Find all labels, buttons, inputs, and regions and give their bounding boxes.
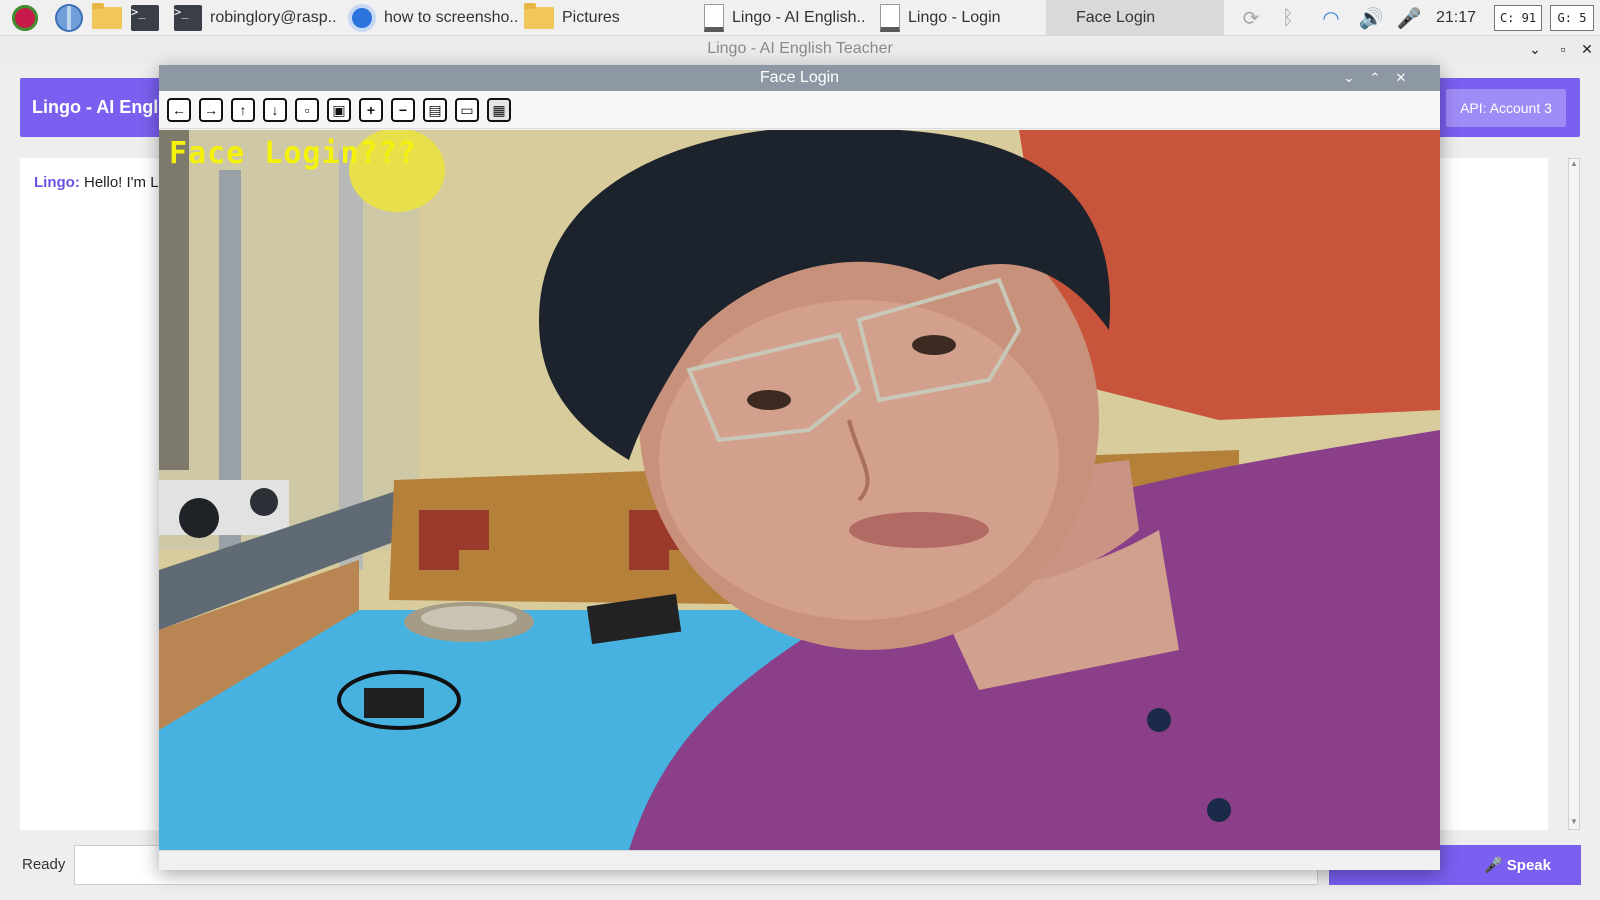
face-login-overlay-text: Face Login???	[169, 136, 417, 171]
gpu-meter: G: 5	[1550, 5, 1594, 31]
taskbar-item-terminal[interactable]: >_ robinglory@rasp..	[174, 0, 338, 36]
taskbar-item-lingo-teacher[interactable]: Lingo - AI English..	[704, 0, 874, 36]
save-image-button[interactable]: ▤	[423, 98, 447, 122]
terminal-launcher-button[interactable]: >_	[128, 0, 162, 36]
taskbar-item-label: robinglory@rasp..	[210, 9, 337, 26]
file-manager-launcher-button[interactable]	[90, 0, 124, 36]
taskbar-item-chromium[interactable]: how to screensho..	[348, 0, 518, 36]
pan-right-button[interactable]: →	[199, 98, 223, 122]
raspberry-menu-button[interactable]	[8, 0, 42, 36]
zoom-original-button[interactable]: ▣	[327, 98, 351, 122]
minimize-icon[interactable]: ⌄	[1337, 65, 1361, 91]
zoom-out-button[interactable]: −	[391, 98, 415, 122]
taskbar-item-label: Lingo - AI English..	[732, 9, 866, 26]
taskbar-item-label: Face Login	[1076, 9, 1156, 26]
pan-left-button[interactable]: ←	[167, 98, 191, 122]
app-header-title: Lingo - AI Engli	[32, 97, 164, 117]
maximize-icon[interactable]: ⌃	[1363, 65, 1387, 91]
taskbar-item-lingo-login[interactable]: Lingo - Login	[880, 0, 1030, 36]
camera-frame-image	[159, 130, 1440, 850]
chat-message-text: Hello! I'm L	[84, 174, 159, 191]
status-label: Ready	[22, 856, 66, 873]
wifi-icon[interactable]: ◠	[1316, 0, 1346, 36]
window-icon	[880, 4, 900, 32]
face-window-statusbar	[159, 850, 1440, 870]
pan-down-button[interactable]: ↓	[263, 98, 287, 122]
properties-button[interactable]: ▦	[487, 98, 511, 122]
close-icon[interactable]: ✕	[1389, 65, 1413, 91]
taskbar-item-label: how to screensho..	[384, 9, 518, 26]
chromium-icon	[348, 4, 376, 32]
browser-launcher-button[interactable]	[52, 0, 86, 36]
chat-message: Lingo: Hello! I'm L	[34, 174, 159, 191]
copy-image-button[interactable]: ▭	[455, 98, 479, 122]
pan-up-button[interactable]: ↑	[231, 98, 255, 122]
folder-icon	[524, 3, 554, 29]
taskbar-item-label: Pictures	[562, 9, 620, 26]
scroll-down-icon[interactable]: ▼	[1569, 817, 1579, 829]
face-login-title: Face Login	[159, 65, 1440, 91]
terminal-icon: >_	[131, 5, 159, 31]
close-icon[interactable]: ✕	[1576, 36, 1598, 62]
bluetooth-icon[interactable]: ᛒ	[1276, 0, 1300, 36]
sync-icon[interactable]: ⟳	[1236, 0, 1266, 36]
zoom-fit-button[interactable]: ▫	[295, 98, 319, 122]
microphone-icon[interactable]: 🎤	[1396, 0, 1422, 36]
chat-speaker: Lingo:	[34, 174, 80, 191]
app-window-title: Lingo - AI English Teacher	[0, 36, 1600, 62]
taskbar-item-face-login[interactable]: Face Login	[1046, 0, 1224, 36]
camera-feed: Face Login???	[159, 130, 1440, 850]
api-account-button[interactable]: API: Account 3	[1446, 89, 1566, 127]
image-toolbar: ← → ↑ ↓ ▫ ▣ + − ▤ ▭ ▦	[159, 91, 1440, 129]
taskbar: >_ >_ robinglory@rasp.. how to screensho…	[0, 0, 1600, 36]
folder-icon	[92, 3, 122, 29]
clock[interactable]: 21:17	[1436, 0, 1486, 36]
raspberry-pi-icon	[12, 5, 38, 31]
terminal-icon: >_	[174, 5, 202, 31]
globe-icon	[55, 4, 83, 32]
window-icon	[704, 4, 724, 32]
volume-icon[interactable]: 🔊	[1356, 0, 1386, 36]
scroll-up-icon[interactable]: ▲	[1569, 159, 1579, 171]
chat-scrollbar[interactable]: ▲ ▼	[1568, 158, 1580, 830]
taskbar-item-label: Lingo - Login	[908, 9, 1001, 26]
zoom-in-button[interactable]: +	[359, 98, 383, 122]
face-login-window: Face Login ⌄ ⌃ ✕ ← → ↑ ↓ ▫ ▣ + − ▤ ▭ ▦ F…	[159, 65, 1440, 870]
cpu-meter: C: 91	[1494, 5, 1542, 31]
minimize-icon[interactable]: ⌄	[1524, 36, 1546, 62]
taskbar-item-pictures[interactable]: Pictures	[524, 0, 684, 36]
maximize-icon[interactable]: ▫	[1552, 36, 1574, 62]
